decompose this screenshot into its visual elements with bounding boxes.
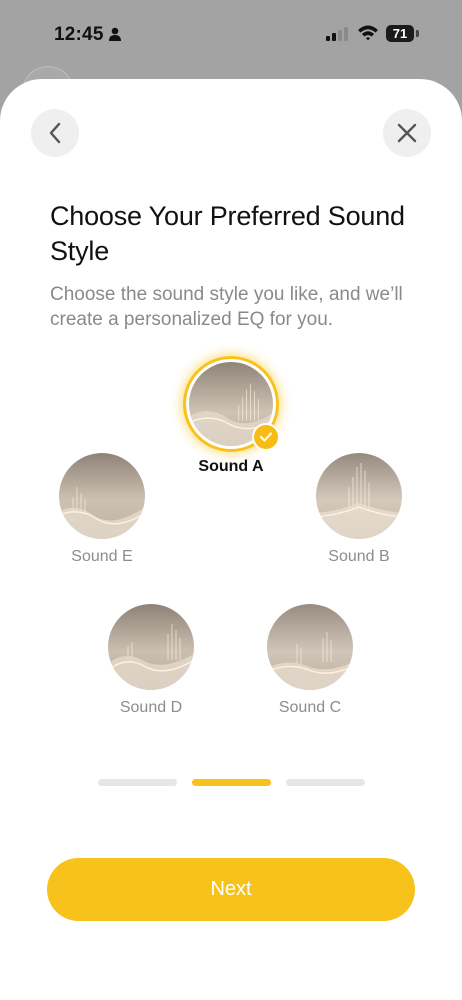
sound-b-image [316, 453, 402, 539]
sound-d-label: Sound D [119, 699, 183, 716]
back-button[interactable] [31, 109, 79, 157]
sound-c-label: Sound C [278, 699, 342, 716]
status-bar: 12:45 71 [0, 0, 462, 70]
sound-b-label: Sound B [328, 548, 390, 565]
sound-option-c[interactable]: Sound C [267, 604, 353, 717]
page-subtitle: Choose the sound style you like, and we’… [50, 284, 403, 330]
sound-e-image [59, 453, 145, 539]
sound-option-b[interactable]: Sound B [316, 453, 402, 566]
selected-ring [183, 356, 280, 452]
status-time: 12:45 [54, 24, 104, 45]
page-indicator-3 [286, 779, 365, 786]
check-icon [252, 423, 280, 451]
sound-option-e[interactable]: Sound E [59, 453, 145, 566]
page-indicator-2 [192, 779, 271, 786]
chevron-left-icon [49, 122, 61, 144]
wifi-icon [357, 24, 379, 47]
next-button[interactable]: Next [47, 858, 415, 921]
sound-option-a[interactable]: Sound A [183, 356, 280, 476]
page-indicator [98, 779, 365, 786]
sound-d-image [108, 604, 194, 690]
sound-option-d[interactable]: Sound D [108, 604, 194, 717]
sound-c-image [267, 604, 353, 690]
close-button[interactable] [383, 109, 431, 157]
sound-e-label: Sound E [71, 548, 133, 565]
page-title: Choose Your Preferred Sound Style [50, 201, 405, 266]
sound-style-sheet: Choose Your Preferred Sound Style Choose… [0, 79, 462, 1000]
battery-tip [416, 30, 419, 37]
sound-a-label: Sound A [198, 458, 264, 475]
close-icon [397, 123, 417, 143]
person-icon [108, 27, 122, 46]
page-indicator-1 [98, 779, 177, 786]
battery-icon: 71 [386, 25, 414, 42]
signal-icon [326, 27, 348, 46]
